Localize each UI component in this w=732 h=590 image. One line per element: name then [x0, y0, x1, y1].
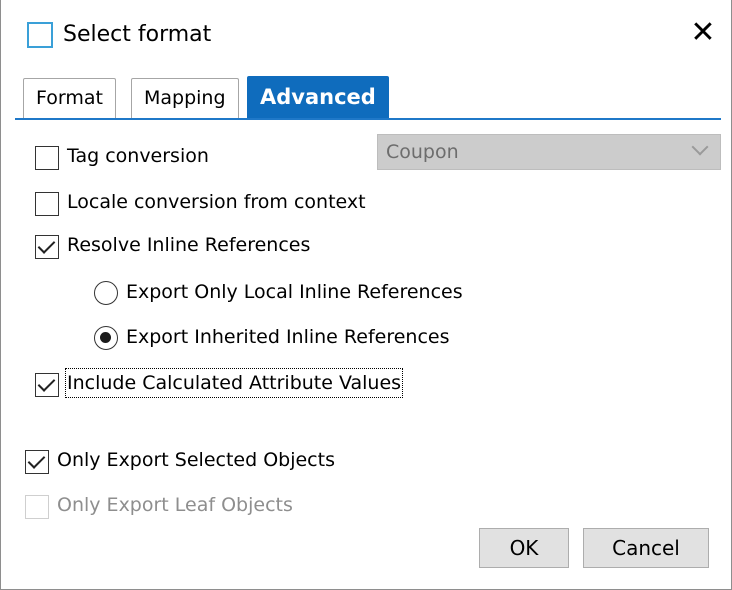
include-calculated-label: Include Calculated Attribute Values	[64, 368, 404, 398]
resolve-inline-label: Resolve Inline References	[67, 234, 311, 256]
export-inherited-inline-radio[interactable]	[94, 326, 118, 350]
tag-conversion-select: Coupon	[377, 134, 721, 170]
only-leaf-checkbox	[25, 495, 49, 519]
cancel-button[interactable]: Cancel	[583, 528, 709, 568]
export-inherited-inline-label: Export Inherited Inline References	[126, 326, 450, 348]
only-leaf-label: Only Export Leaf Objects	[57, 494, 293, 516]
export-local-inline-radio[interactable]	[94, 281, 118, 305]
close-icon[interactable]: ✕	[685, 18, 721, 50]
window-icon	[27, 22, 53, 48]
tab-mapping[interactable]: Mapping	[131, 78, 239, 118]
tab-format[interactable]: Format	[23, 78, 116, 118]
select-format-dialog: Select format ✕ Format Mapping Advanced …	[0, 0, 732, 590]
ok-button[interactable]: OK	[479, 528, 569, 568]
tab-advanced[interactable]: Advanced	[247, 76, 389, 120]
include-calculated-checkbox[interactable]	[35, 373, 59, 397]
locale-conversion-label: Locale conversion from context	[67, 191, 366, 213]
only-selected-checkbox[interactable]	[25, 450, 49, 474]
chevron-down-icon	[691, 138, 709, 156]
resolve-inline-checkbox[interactable]	[35, 235, 59, 259]
tab-divider	[15, 118, 721, 120]
tag-conversion-label: Tag conversion	[67, 145, 209, 167]
export-local-inline-label: Export Only Local Inline References	[126, 281, 463, 303]
only-selected-label: Only Export Selected Objects	[57, 449, 335, 471]
locale-conversion-checkbox[interactable]	[35, 192, 59, 216]
dialog-title: Select format	[63, 22, 212, 47]
tag-conversion-checkbox[interactable]	[35, 146, 59, 170]
tag-conversion-select-value: Coupon	[386, 141, 459, 163]
